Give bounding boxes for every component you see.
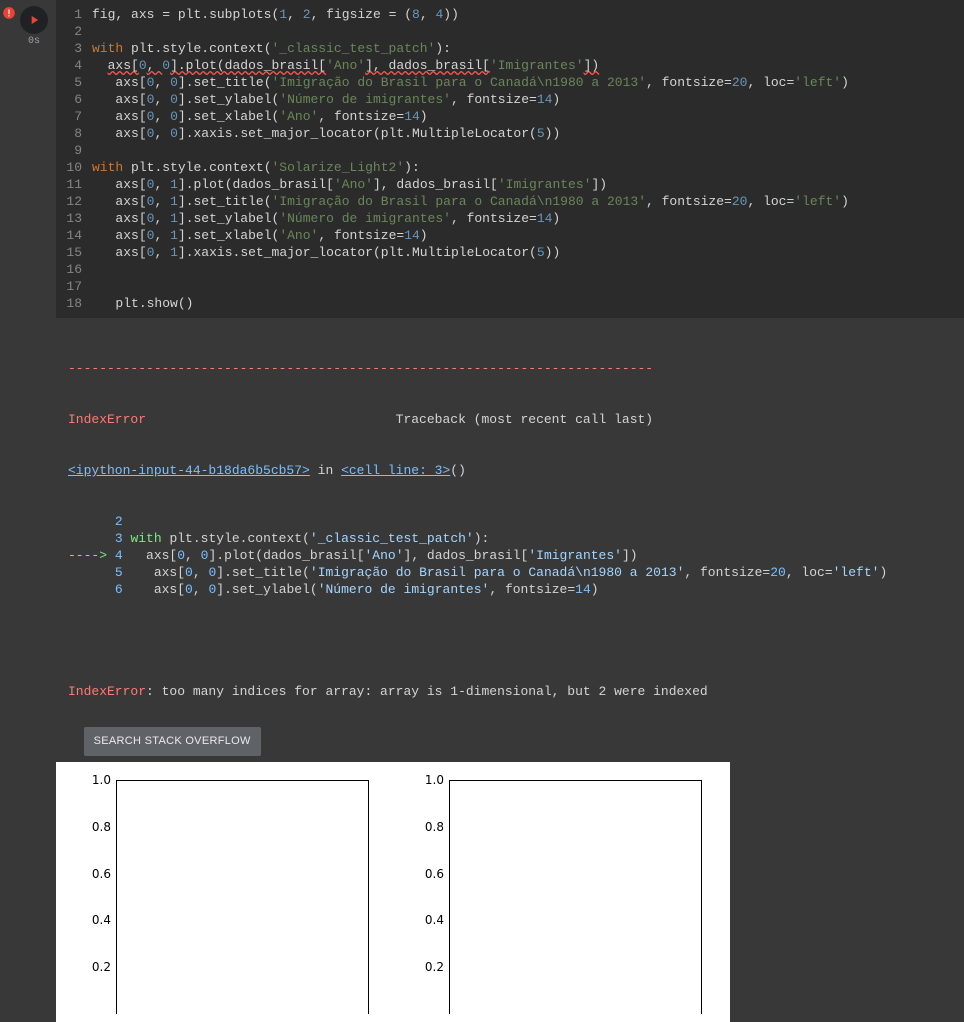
ytick-label: 0.6 xyxy=(425,867,444,881)
subplot-left: 1.0 0.8 0.6 0.4 0.2 xyxy=(68,774,373,1014)
play-icon xyxy=(27,13,41,27)
code-editor[interactable]: 123456789101112131415161718 fig, axs = p… xyxy=(56,0,964,318)
traceback-lines: 2 3 with plt.style.context('_classic_tes… xyxy=(68,513,952,598)
traceback-separator: ----------------------------------------… xyxy=(68,360,952,377)
ytick-label: 0.2 xyxy=(425,960,444,974)
traceback-link[interactable]: <ipython-input-44-b18da6b5cb57> xyxy=(68,463,310,478)
code-text[interactable]: fig, axs = plt.subplots(1, 2, figsize = … xyxy=(92,0,964,318)
ytick-label: 0.8 xyxy=(425,820,444,834)
plot-frame xyxy=(449,780,702,1014)
error-indicator-icon xyxy=(2,6,16,20)
line-number-gutter: 123456789101112131415161718 xyxy=(56,0,92,318)
ytick-label: 0.4 xyxy=(92,913,111,927)
ytick-label: 0.6 xyxy=(92,867,111,881)
output-area: ----------------------------------------… xyxy=(56,318,964,762)
search-stack-overflow-button[interactable]: SEARCH STACK OVERFLOW xyxy=(84,727,261,756)
plot-frame xyxy=(116,780,369,1014)
ytick-label: 1.0 xyxy=(425,773,444,787)
exec-time-label: 0s xyxy=(28,36,40,47)
ytick-label: 0.4 xyxy=(425,913,444,927)
run-cell-button[interactable] xyxy=(20,6,48,34)
cell-gutter: 0s xyxy=(0,0,56,318)
traceback-source: <ipython-input-44-b18da6b5cb57> in <cell… xyxy=(68,462,952,479)
ytick-label: 0.2 xyxy=(92,960,111,974)
figure-output: 1.0 0.8 0.6 0.4 0.2 1.0 0.8 0.6 0.4 0.2 xyxy=(56,762,730,1022)
ytick-label: 0.8 xyxy=(92,820,111,834)
ytick-label: 1.0 xyxy=(92,773,111,787)
traceback-final: IndexError: too many indices for array: … xyxy=(68,683,952,700)
code-cell: 0s 123456789101112131415161718 fig, axs … xyxy=(0,0,964,318)
subplot-right: 1.0 0.8 0.6 0.4 0.2 xyxy=(401,774,706,1014)
traceback-header: IndexError Traceback (most recent call l… xyxy=(68,411,952,428)
